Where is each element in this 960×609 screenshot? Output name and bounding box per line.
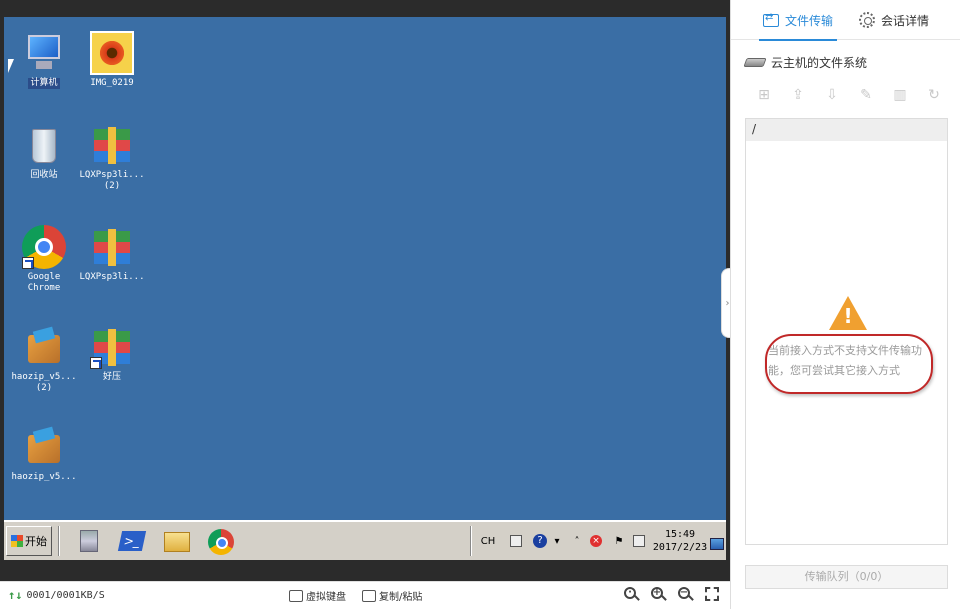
delete-trash-icon[interactable]: ▥	[891, 86, 909, 104]
viewer-toolbar: ↑↓ 0001/0001KB/S 虚拟键盘 复制/粘贴 · + −	[0, 581, 730, 609]
installer-box-icon	[22, 325, 66, 369]
desktop-icon-label: 好压	[102, 372, 121, 382]
desktop-icon-label: LQXPsp3li... (2)	[79, 170, 145, 191]
zoom-in-icon[interactable]: +	[651, 587, 667, 603]
copy-paste-button[interactable]: 复制/粘贴	[362, 588, 422, 603]
desktop-icon-lqxpsp3-2[interactable]: LQXPsp3li... (2)	[72, 123, 152, 192]
action-center-flag-icon[interactable]: ⚑	[610, 526, 628, 556]
chrome-icon[interactable]	[204, 526, 236, 556]
warning-icon: !	[829, 296, 869, 332]
remote-desktop-viewer[interactable]: 计算机 IMG_0219 回收站 LQXPsp3li... (2) Google…	[0, 0, 730, 581]
archive-icon	[90, 225, 134, 269]
transfer-arrows-icon: ↑↓	[8, 588, 23, 602]
desktop-icon-label: haozip_v5...	[11, 472, 77, 482]
archive-icon	[90, 325, 134, 369]
taskbar-clock[interactable]: 15:49 2017/2/23	[652, 526, 708, 556]
tab-session-details[interactable]: 会话详情	[859, 0, 929, 40]
transfer-queue-button[interactable]: 传输队列（0/0）	[745, 565, 948, 589]
speed-value: 0001/0001KB/S	[26, 589, 105, 601]
server-manager-icon[interactable]	[72, 526, 104, 556]
file-system-title: 云主机的文件系统	[743, 54, 868, 71]
file-transfer-icon	[763, 12, 779, 27]
current-path[interactable]: /	[745, 118, 948, 142]
file-list[interactable]: ! 当前接入方式不支持文件传输功能，您可尝试其它接入方式	[745, 141, 948, 545]
clock-time: 15:49	[664, 529, 696, 540]
taskbar-separator	[58, 526, 60, 556]
upload-icon[interactable]: ⇪	[789, 86, 807, 104]
network-error-icon[interactable]: ×	[586, 526, 606, 556]
annotation-circle	[765, 334, 933, 394]
new-folder-icon[interactable]: ⊞	[755, 86, 773, 104]
recycle-bin-icon	[22, 123, 66, 167]
clipboard-icon	[362, 589, 376, 602]
mouse-cursor-icon	[8, 59, 14, 73]
tab-file-transfer[interactable]: 文件传输	[758, 0, 838, 41]
desktop-icon-lqxpsp3[interactable]: LQXPsp3li...	[72, 225, 152, 283]
computer-icon	[22, 31, 66, 75]
powershell-icon[interactable]: >_	[116, 526, 148, 556]
gear-icon	[859, 12, 875, 28]
chrome-icon	[22, 225, 66, 269]
desktop-icon-label: 计算机	[28, 78, 60, 89]
show-desktop-button[interactable]	[710, 538, 724, 550]
rename-pencil-icon[interactable]: ✎	[857, 86, 875, 104]
keyboard-icon[interactable]	[506, 526, 526, 556]
desktop-icon-haoya[interactable]: 好压	[72, 325, 152, 383]
virtual-keyboard-label: 虚拟键盘	[306, 592, 346, 603]
help-icon[interactable]: ?	[530, 526, 550, 556]
tab-label: 文件传输	[785, 13, 834, 28]
zoom-fit-icon[interactable]: ·	[624, 587, 640, 603]
shortcut-arrow-icon	[90, 357, 102, 369]
desktop-icon-label: 回收站	[30, 170, 58, 180]
fullscreen-icon[interactable]	[705, 587, 719, 601]
explorer-folder-icon[interactable]	[160, 526, 192, 556]
desktop-icon-haozip[interactable]: haozip_v5...	[4, 425, 84, 483]
taskbar: 开始 >_ CH ? ▾ ˄ × ⚑ 15:49 2017/2/23	[4, 520, 726, 560]
copy-paste-label: 复制/粘贴	[379, 592, 423, 603]
tab-label: 会话详情	[881, 13, 930, 28]
input-language-indicator[interactable]: CH	[478, 526, 498, 556]
refresh-icon[interactable]: ↻	[925, 86, 943, 104]
desktop-icon-label: IMG_0219	[90, 78, 134, 88]
desktop-icon-label: LQXPsp3li...	[79, 272, 145, 282]
side-panel: 文件传输 会话详情 云主机的文件系统 ⊞ ⇪ ⇩ ✎ ▥ ↻ / ! 当前接入方…	[730, 0, 960, 609]
installer-box-icon	[22, 425, 66, 469]
network-icon[interactable]	[630, 526, 648, 556]
photo-icon	[90, 31, 134, 75]
virtual-keyboard-button[interactable]: 虚拟键盘	[289, 588, 346, 603]
zoom-out-icon[interactable]: −	[678, 587, 694, 603]
side-tabs: 文件传输 会话详情	[731, 0, 960, 41]
hard-drive-icon	[743, 58, 767, 67]
tray-expand-icon[interactable]: ▾	[550, 526, 564, 556]
show-hidden-icons-icon[interactable]: ˄	[570, 526, 584, 556]
remote-desktop[interactable]: 计算机 IMG_0219 回收站 LQXPsp3li... (2) Google…	[4, 17, 726, 560]
desktop-icon-img-0219[interactable]: IMG_0219	[72, 31, 152, 89]
transfer-speed: ↑↓ 0001/0001KB/S	[8, 588, 105, 602]
desktop-icon-label: Google Chrome	[27, 272, 61, 293]
file-toolbar: ⊞ ⇪ ⇩ ✎ ▥ ↻	[755, 86, 955, 106]
file-system-title-text: 云主机的文件系统	[771, 56, 868, 70]
shortcut-arrow-icon	[22, 257, 34, 269]
download-icon[interactable]: ⇩	[823, 86, 841, 104]
start-button[interactable]: 开始	[6, 526, 52, 556]
start-label: 开始	[25, 535, 47, 548]
archive-icon	[90, 123, 134, 167]
chevron-right-icon: ›	[725, 297, 730, 309]
clock-date: 2017/2/23	[652, 542, 708, 553]
keyboard-icon	[289, 589, 303, 602]
windows-flag-icon	[11, 535, 23, 547]
system-tray: CH ? ▾ ˄ × ⚑ 15:49 2017/2/23	[470, 526, 724, 556]
desktop-icon-label: haozip_v5... (2)	[11, 372, 77, 393]
